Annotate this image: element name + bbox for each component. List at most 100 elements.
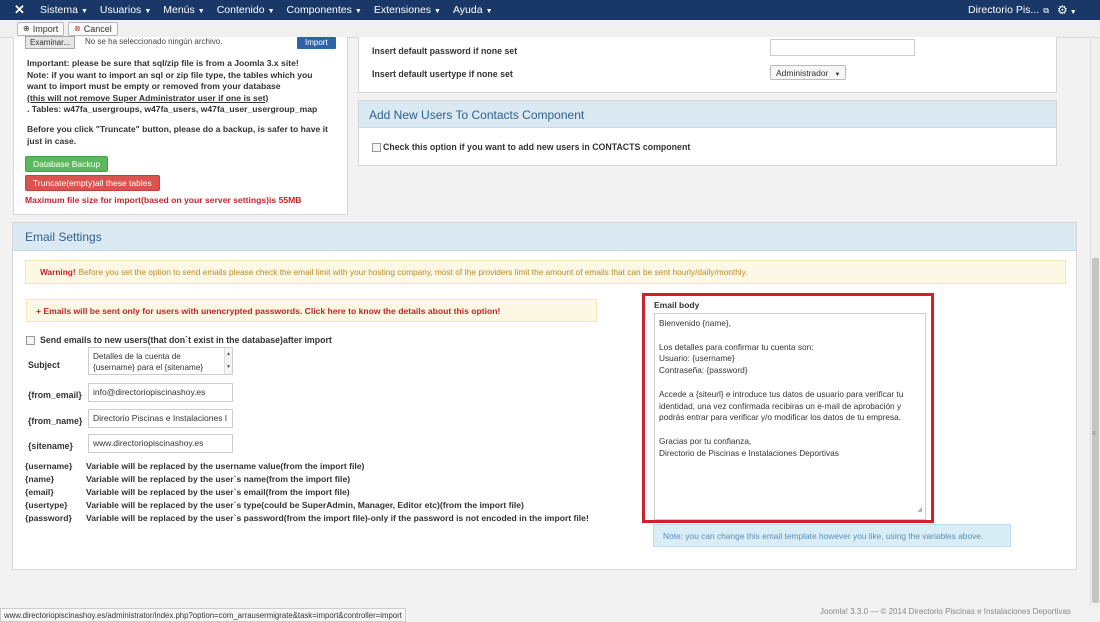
backup-label: Database Backup	[33, 159, 101, 169]
menu-label: Usuarios	[99, 4, 142, 16]
note-line: . Tables: w47fa_usergroups, w47fa_users,…	[27, 104, 318, 115]
scroll-down-icon[interactable]: ▼	[226, 362, 231, 373]
sitename-label: {sitename}	[28, 441, 73, 451]
main-menu: Sistema ▼ Usuarios ▼ Menús ▼ Contenido ▼ Com…	[40, 0, 505, 20]
from-email-field[interactable]: info@directoriopiscinashoy.es	[88, 383, 233, 402]
variable-key: {email}	[25, 487, 54, 497]
menu-usuarios[interactable]: Usuarios ▼	[100, 4, 151, 16]
email-settings-panel: Email Settings Warning! Before you set th…	[12, 222, 1077, 570]
file-status: No se ha seleccionado ningún archivo.	[85, 37, 223, 46]
resize-handle-icon[interactable]: ◢	[917, 505, 922, 517]
contacts-header: Add New Users To Contacts Component	[359, 101, 1056, 128]
external-link-icon: ⧉	[1043, 6, 1049, 15]
email-body-line: Directorio de Piscinas e Instalaciones D…	[659, 447, 839, 458]
variable-key: {username}	[25, 461, 73, 471]
variable-desc: Variable will be replaced by the user`s …	[86, 474, 351, 484]
email-body-line: Accede a {siteurl} e introduce tus datos…	[659, 388, 904, 399]
variables-legend: {username} Variable will be replaced by t…	[25, 460, 589, 525]
variable-desc: Variable will be replaced by the user`s …	[86, 500, 524, 510]
menu-contenido[interactable]: Contenido ▼	[217, 4, 275, 16]
menu-ayuda[interactable]: Ayuda ▼	[453, 4, 493, 16]
subject-label: Subject	[28, 360, 60, 370]
unencrypted-note-text: + Emails will be sent only for users wit…	[36, 306, 501, 316]
from-name-field[interactable]: Directorio Piscinas e Instalaciones I	[88, 409, 233, 428]
subject-line: {username} para el {sitename}	[93, 363, 204, 372]
warning-alert: Warning! Before you set the option to sen…	[25, 260, 1066, 284]
email-body-line	[659, 330, 921, 342]
subject-field[interactable]: Detalles de la cuenta de {username} para…	[88, 347, 233, 375]
footer-copyright: Joomla! 3.3.0 — © 2014 Directorio Piscin…	[820, 607, 1071, 616]
menu-menus[interactable]: Menús ▼	[163, 4, 204, 16]
email-body-line: identidad, una vez confirmada recibiras …	[659, 400, 902, 411]
from-email-label: {from_email}	[28, 390, 82, 400]
cancel-button[interactable]: ⊗ Cancel	[68, 22, 118, 36]
default-usertype-value: Administrador	[776, 68, 829, 78]
database-backup-button[interactable]: Database Backup	[25, 156, 109, 172]
variable-desc: Variable will be replaced by the user`s …	[86, 513, 589, 523]
user-menu[interactable]: ⚙ ▼	[1057, 3, 1077, 17]
default-password-label: Insert default password if none set	[372, 46, 518, 56]
from-name-label: {from_name}	[28, 416, 83, 426]
menu-label: Menús	[163, 4, 195, 16]
truncate-label: Truncate(empty)all these tables	[33, 178, 152, 188]
email-body-line: Contraseña: {password}	[659, 365, 748, 376]
menu-label: Componentes	[286, 4, 352, 16]
email-body-line	[659, 377, 921, 389]
caret-down-icon: ▼	[80, 8, 88, 15]
menu-label: Extensiones	[373, 4, 432, 16]
truncate-button[interactable]: Truncate(empty)all these tables	[25, 175, 160, 191]
warning-strong: Warning!	[40, 267, 76, 277]
default-usertype-select[interactable]: Administrador ▼	[770, 65, 847, 80]
import-button[interactable]: ⊕ Import	[17, 22, 65, 36]
email-body-line: podrás entrar para verificar y/o modific…	[659, 412, 902, 423]
contacts-checkbox[interactable]	[372, 143, 381, 152]
email-body-line: Usuario: {username}	[659, 353, 735, 364]
note-line: want to import must be empty or removed …	[27, 81, 281, 92]
note-line: Important: please be sure that sql/zip f…	[27, 58, 299, 68]
site-link[interactable]: Directorio Pis... ⧉	[968, 4, 1049, 16]
subject-line: Detalles de la cuenta de	[93, 352, 181, 361]
scroll-up-icon[interactable]: ▲	[226, 349, 231, 360]
menu-label: Sistema	[40, 4, 78, 16]
send-emails-checkbox[interactable]	[26, 336, 35, 345]
import-icon: ⊕	[23, 24, 30, 33]
upload-import-button[interactable]: Import	[297, 37, 336, 49]
from-email-value: info@directoriopiscinashoy.es	[93, 387, 206, 397]
import-panel: Examinar... No se ha seleccionado ningún…	[13, 36, 348, 215]
joomla-icon[interactable]: ✕	[14, 3, 28, 17]
top-navbar: ✕ Sistema ▼ Usuarios ▼ Menús ▼ Contenido ▼ C…	[0, 0, 1100, 20]
caret-down-icon: ▼	[485, 8, 493, 15]
menu-componentes[interactable]: Componentes ▼	[287, 4, 362, 16]
from-name-value: Directorio Piscinas e Instalaciones I	[93, 413, 228, 423]
unencrypted-note-link[interactable]: + Emails will be sent only for users wit…	[26, 299, 597, 322]
site-name: Directorio Pis...	[968, 4, 1040, 16]
toolbar: ⊕ Import ⊗ Cancel	[0, 20, 1100, 38]
variable-row: {email} Variable will be replaced by the …	[25, 486, 589, 499]
chevron-down-icon: ▼	[834, 72, 841, 78]
menu-label: Contenido	[216, 4, 265, 16]
caret-down-icon: ▼	[267, 8, 275, 15]
import-notes: Important: please be sure that sql/zip f…	[27, 58, 345, 147]
sitename-field[interactable]: www.directoriopiscinashoy.es	[88, 434, 233, 453]
contacts-title: Add New Users To Contacts Component	[369, 108, 585, 122]
variable-row: {name} Variable will be replaced by the u…	[25, 473, 589, 486]
note-line: Before you click "Truncate" button, plea…	[27, 123, 328, 134]
default-password-field[interactable]	[770, 39, 915, 56]
variable-key: {usertype}	[25, 500, 68, 510]
email-body-textarea[interactable]: Bienvenido {name}, Los detalles para con…	[654, 313, 926, 520]
browse-button[interactable]: Examinar...	[25, 36, 76, 49]
menu-sistema[interactable]: Sistema ▼	[40, 4, 88, 16]
cancel-label: Cancel	[83, 24, 112, 34]
menu-extensiones[interactable]: Extensiones ▼	[374, 4, 441, 16]
caret-down-icon: ▼	[434, 8, 441, 15]
email-settings-title: Email Settings	[25, 230, 102, 244]
caret-down-icon: ▼	[354, 8, 362, 15]
note-line: just in case.	[27, 135, 77, 146]
subject-scrollbar[interactable]: ▲ ▼	[224, 348, 232, 374]
page-scrollbar[interactable]: ≡	[1090, 38, 1100, 606]
email-body-line: Gracias por tu confianza,	[659, 435, 752, 446]
email-body-label: Email body	[654, 300, 700, 310]
default-usertype-label: Insert default usertype if none set	[372, 69, 513, 79]
note-line: (this will not remove Super Administrato…	[27, 92, 269, 103]
variable-desc: Variable will be replaced by the user`s …	[86, 487, 350, 497]
